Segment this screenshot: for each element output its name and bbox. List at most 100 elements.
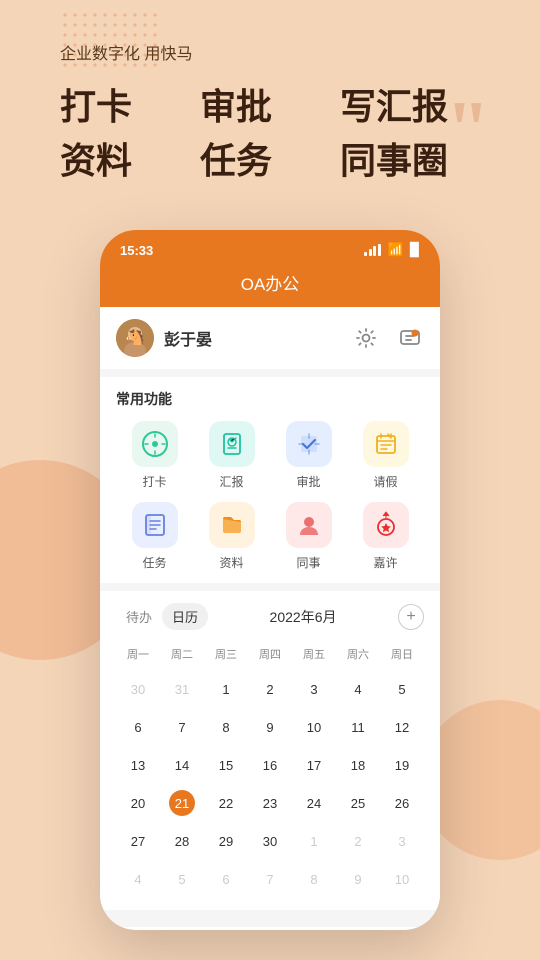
calendar-day-26[interactable]: 25 <box>336 784 380 822</box>
avatar: 🐴 <box>116 319 154 357</box>
nav-title: OA办公 <box>241 275 300 294</box>
ziliao-label: 资料 <box>219 554 243 571</box>
calendar-day-30[interactable]: 29 <box>204 822 248 860</box>
add-event-button[interactable]: + <box>398 604 424 630</box>
weekday-thu: 周四 <box>248 642 292 666</box>
calendar-day-39[interactable]: 8 <box>292 860 336 898</box>
shenpi-label: 审批 <box>296 473 320 490</box>
calendar-day-1[interactable]: 31 <box>160 670 204 708</box>
func-shenpi[interactable]: 审批 <box>270 421 347 490</box>
calendar-day-20[interactable]: 19 <box>380 746 424 784</box>
user-info: 🐴 彭于晏 <box>116 319 212 357</box>
calendar-day-24[interactable]: 23 <box>248 784 292 822</box>
calendar-day-36[interactable]: 5 <box>160 860 204 898</box>
calendar-day-33[interactable]: 2 <box>336 822 380 860</box>
calendar-day-12[interactable]: 11 <box>336 708 380 746</box>
calendar-day-3[interactable]: 2 <box>248 670 292 708</box>
top-nav: OA办公 <box>100 262 440 307</box>
weekday-fri: 周五 <box>292 642 336 666</box>
functions-section: 常用功能 打卡 <box>100 377 440 583</box>
renwu-label: 任务 <box>142 554 166 571</box>
calendar-day-23[interactable]: 22 <box>204 784 248 822</box>
message-icon[interactable] <box>396 324 424 352</box>
calendar-day-5[interactable]: 4 <box>336 670 380 708</box>
user-action-icons <box>352 324 424 352</box>
jiaxu-label: 嘉许 <box>373 554 397 571</box>
huibao-icon <box>209 421 255 467</box>
calendar-day-0[interactable]: 30 <box>116 670 160 708</box>
calendar-day-4[interactable]: 3 <box>292 670 336 708</box>
func-tongshi[interactable]: 同事 <box>270 502 347 571</box>
avatar-image: 🐴 <box>116 319 154 357</box>
hero-item-2: 写汇报 <box>340 82 480 132</box>
calendar-day-13[interactable]: 12 <box>380 708 424 746</box>
phone-mockup: 15:33 📶 ▉ OA办公 <box>100 230 440 930</box>
calendar-day-28[interactable]: 27 <box>116 822 160 860</box>
calendar-section: 待办 日历 2022年6月 + 周一 周二 周三 周四 周五 周六 周日 303… <box>100 591 440 910</box>
settings-icon[interactable] <box>352 324 380 352</box>
calendar-day-15[interactable]: 14 <box>160 746 204 784</box>
status-time: 15:33 <box>120 243 153 258</box>
calendar-day-11[interactable]: 10 <box>292 708 336 746</box>
calendar-day-34[interactable]: 3 <box>380 822 424 860</box>
calendar-weekdays: 周一 周二 周三 周四 周五 周六 周日 <box>116 642 424 666</box>
tongshi-icon <box>286 502 332 548</box>
huibao-label: 汇报 <box>219 473 243 490</box>
hero-item-0: 打卡 <box>60 82 200 132</box>
calendar-day-16[interactable]: 15 <box>204 746 248 784</box>
calendar-day-17[interactable]: 16 <box>248 746 292 784</box>
hero-item-1: 审批 <box>200 82 340 132</box>
calendar-day-35[interactable]: 4 <box>116 860 160 898</box>
hero-item-5: 同事圈 <box>340 136 480 186</box>
calendar-day-38[interactable]: 7 <box>248 860 292 898</box>
tab-calendar[interactable]: 日历 <box>162 603 208 630</box>
status-bar: 15:33 📶 ▉ <box>100 230 440 262</box>
calendar-tabs: 待办 日历 2022年6月 + <box>116 603 424 630</box>
wifi-icon: 📶 <box>388 242 404 258</box>
calendar-day-2[interactable]: 1 <box>204 670 248 708</box>
calendar-days: 3031123456789101112131415161718192021222… <box>116 670 424 898</box>
hero-subtitle: 企业数字化 用快马 <box>60 40 480 64</box>
calendar-day-27[interactable]: 26 <box>380 784 424 822</box>
calendar-day-14[interactable]: 13 <box>116 746 160 784</box>
calendar-day-31[interactable]: 30 <box>248 822 292 860</box>
weekday-sat: 周六 <box>336 642 380 666</box>
jiaxu-icon <box>363 502 409 548</box>
func-jiaxu[interactable]: 嘉许 <box>347 502 424 571</box>
daka-label: 打卡 <box>142 473 166 490</box>
calendar-day-29[interactable]: 28 <box>160 822 204 860</box>
functions-title: 常用功能 <box>116 389 424 409</box>
calendar-day-6[interactable]: 5 <box>380 670 424 708</box>
daka-icon <box>132 421 178 467</box>
calendar-day-8[interactable]: 7 <box>160 708 204 746</box>
calendar-day-32[interactable]: 1 <box>292 822 336 860</box>
calendar-day-41[interactable]: 10 <box>380 860 424 898</box>
calendar-day-40[interactable]: 9 <box>336 860 380 898</box>
func-qingjia[interactable]: 请假 <box>347 421 424 490</box>
renwu-icon <box>132 502 178 548</box>
signal-icon <box>364 244 381 256</box>
weekday-sun: 周日 <box>380 642 424 666</box>
tab-daiban[interactable]: 待办 <box>116 603 162 630</box>
func-daka[interactable]: 打卡 <box>116 421 193 490</box>
func-renwu[interactable]: 任务 <box>116 502 193 571</box>
qingjia-label: 请假 <box>373 473 397 490</box>
calendar-day-37[interactable]: 6 <box>204 860 248 898</box>
calendar-day-22[interactable]: 21 <box>160 784 204 822</box>
calendar-day-18[interactable]: 17 <box>292 746 336 784</box>
calendar-day-19[interactable]: 18 <box>336 746 380 784</box>
calendar-day-7[interactable]: 6 <box>116 708 160 746</box>
user-header: 🐴 彭于晏 <box>100 307 440 369</box>
hero-section: 企业数字化 用快马 打卡 审批 写汇报 资料 任务 同事圈 <box>0 0 540 207</box>
user-name: 彭于晏 <box>164 326 212 350</box>
calendar-day-9[interactable]: 8 <box>204 708 248 746</box>
func-huibao[interactable]: 汇报 <box>193 421 270 490</box>
hero-item-3: 资料 <box>60 136 200 186</box>
func-ziliao[interactable]: 资料 <box>193 502 270 571</box>
calendar-day-21[interactable]: 20 <box>116 784 160 822</box>
calendar-day-25[interactable]: 24 <box>292 784 336 822</box>
calendar-day-10[interactable]: 9 <box>248 708 292 746</box>
content-area: 🐴 彭于晏 <box>100 307 440 927</box>
functions-grid: 打卡 汇报 <box>116 421 424 571</box>
shenpi-icon <box>286 421 332 467</box>
